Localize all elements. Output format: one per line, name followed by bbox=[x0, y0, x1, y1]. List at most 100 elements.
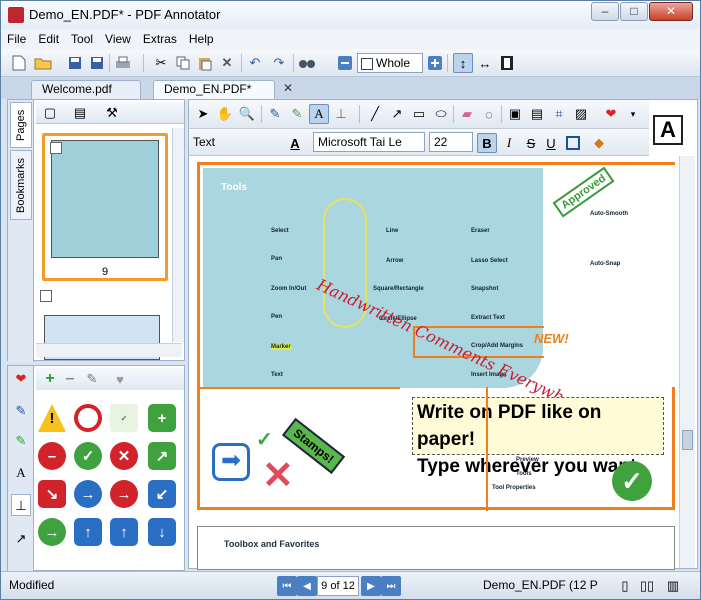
text-tool-icon[interactable]: A bbox=[11, 462, 31, 484]
marker-icon[interactable]: ✎ bbox=[11, 430, 31, 452]
rectangle-tool-icon[interactable]: ▭ bbox=[409, 104, 429, 124]
menu-view[interactable]: View bbox=[99, 29, 137, 46]
fit-width-icon[interactable]: ↔ bbox=[475, 53, 495, 73]
extract-text-icon[interactable]: ▤ bbox=[527, 104, 547, 124]
thumbnails-vertical-scrollbar[interactable] bbox=[172, 128, 184, 342]
select-arrow-icon[interactable]: ➤ bbox=[193, 104, 213, 124]
previous-page-icon[interactable]: ◀ bbox=[297, 576, 317, 596]
x-red-icon[interactable]: ✕ bbox=[110, 442, 138, 470]
two-page-view-icon[interactable]: ▯▯ bbox=[637, 576, 657, 596]
favorites-heart-icon[interactable]: ❤ bbox=[601, 104, 621, 124]
first-page-icon[interactable]: ⏮ bbox=[277, 576, 297, 596]
save-icon[interactable] bbox=[65, 53, 85, 73]
no-entry-icon[interactable] bbox=[74, 404, 102, 432]
pen-icon[interactable]: ✎ bbox=[11, 400, 31, 422]
add-icon[interactable]: + bbox=[40, 369, 60, 389]
paste-icon[interactable] bbox=[195, 53, 215, 73]
page-view-icon[interactable]: ▤ bbox=[70, 103, 90, 123]
arrow-right-green-icon[interactable]: → bbox=[38, 518, 66, 546]
menu-extras[interactable]: Extras bbox=[137, 29, 183, 46]
fit-height-icon[interactable]: ↕ bbox=[453, 53, 473, 73]
minimize-button[interactable]: – bbox=[591, 2, 619, 21]
last-page-icon[interactable]: ⏭ bbox=[381, 576, 401, 596]
lasso-icon[interactable]: ◌ bbox=[479, 104, 499, 124]
redo-icon[interactable]: ↷ bbox=[269, 53, 289, 73]
approved-stamp-icon[interactable]: ✓ bbox=[110, 404, 138, 432]
plus-green-icon[interactable]: + bbox=[148, 404, 176, 432]
arrow-down-blue-icon[interactable]: ↓ bbox=[148, 518, 176, 546]
font-color-icon[interactable]: A bbox=[285, 133, 305, 153]
tab-demo[interactable]: Demo_EN.PDF* bbox=[153, 80, 275, 99]
print-icon[interactable] bbox=[113, 53, 133, 73]
arrow-up-blue-icon[interactable]: ↑ bbox=[74, 518, 102, 546]
arrow-down-right-red-icon[interactable]: ↘ bbox=[38, 480, 66, 508]
italic-button[interactable]: I bbox=[499, 133, 519, 153]
font-size-select[interactable]: 22 bbox=[429, 132, 473, 152]
arrow-right-blue-icon[interactable]: → bbox=[74, 480, 102, 508]
menu-help[interactable]: Help bbox=[183, 29, 220, 46]
find-binoculars-icon[interactable] bbox=[297, 53, 317, 73]
text-tool-icon[interactable]: A bbox=[309, 104, 329, 124]
copy-icon[interactable] bbox=[173, 53, 193, 73]
warning-icon[interactable]: ! bbox=[38, 404, 66, 432]
maximize-button[interactable]: □ bbox=[620, 2, 648, 21]
underline-button[interactable]: U bbox=[541, 133, 561, 153]
menu-edit[interactable]: Edit bbox=[32, 29, 65, 46]
remove-icon[interactable]: – bbox=[60, 369, 80, 389]
page-number-field[interactable]: 9 of 12 bbox=[317, 576, 359, 596]
check-green-icon[interactable]: ✓ bbox=[74, 442, 102, 470]
text-annotation[interactable]: Write on PDF like on paper! Type wherever… bbox=[412, 397, 664, 477]
save-all-icon[interactable] bbox=[87, 53, 107, 73]
pen-tool-icon[interactable]: ✎ bbox=[265, 104, 285, 124]
bold-button[interactable]: B bbox=[477, 133, 497, 153]
document-vertical-scrollbar[interactable] bbox=[679, 156, 695, 568]
marker-tool-icon[interactable]: ✎ bbox=[287, 104, 307, 124]
close-tab-icon[interactable]: ✕ bbox=[283, 81, 293, 95]
heart-icon[interactable]: ❤ bbox=[11, 368, 31, 390]
eraser-icon[interactable]: ▰ bbox=[457, 104, 477, 124]
page-insert-icon[interactable]: ▢ bbox=[40, 103, 60, 123]
snapshot-icon[interactable]: ▣ bbox=[505, 104, 525, 124]
thumbnail-checkbox[interactable] bbox=[40, 290, 52, 302]
scrollbar-thumb[interactable] bbox=[682, 430, 693, 450]
crop-icon[interactable]: ⌗ bbox=[549, 104, 569, 124]
tab-pages[interactable]: Pages bbox=[10, 102, 32, 148]
heart-gray-icon[interactable]: ♥ bbox=[110, 369, 130, 389]
zoom-select[interactable]: Whole bbox=[357, 53, 423, 73]
arrow-tool-icon[interactable]: ↗ bbox=[11, 528, 31, 550]
arrow-up-blue-icon[interactable]: ↑ bbox=[110, 518, 138, 546]
open-folder-icon[interactable] bbox=[33, 53, 53, 73]
arrow-right-red-icon[interactable]: → bbox=[110, 480, 138, 508]
fill-color-icon[interactable]: ◆ bbox=[589, 133, 609, 153]
zoom-out-icon[interactable] bbox=[335, 53, 355, 73]
hand-pan-icon[interactable]: ✋ bbox=[215, 104, 235, 124]
thumbnails-horizontal-scrollbar[interactable] bbox=[36, 343, 182, 357]
menu-file[interactable]: File bbox=[1, 29, 32, 46]
page-thumbnail-selected[interactable]: 9 bbox=[42, 133, 168, 281]
chevron-down-icon[interactable]: ▾ bbox=[623, 104, 643, 124]
zoom-tool-icon[interactable]: 🔍 bbox=[237, 104, 257, 124]
thumbnail-checkbox[interactable] bbox=[50, 142, 62, 154]
arrow-tool-icon[interactable]: ↗ bbox=[387, 104, 407, 124]
stamp-tool-icon[interactable]: ⊥ bbox=[11, 494, 31, 516]
delete-icon[interactable]: ✕ bbox=[217, 53, 237, 73]
strikethrough-button[interactable]: S bbox=[521, 133, 541, 153]
new-document-icon[interactable] bbox=[9, 53, 29, 73]
minus-red-icon[interactable]: – bbox=[38, 442, 66, 470]
edit-icon[interactable]: ✎ bbox=[82, 369, 102, 389]
zoom-in-icon[interactable] bbox=[425, 53, 445, 73]
insert-image-icon[interactable]: ▨ bbox=[571, 104, 591, 124]
font-name-select[interactable]: Microsoft Tai Le bbox=[313, 132, 425, 152]
stamp-tool-icon[interactable]: ⊥ bbox=[331, 104, 351, 124]
close-button[interactable]: ✕ bbox=[649, 2, 693, 21]
continuous-view-icon[interactable]: ▥ bbox=[663, 576, 683, 596]
tab-welcome[interactable]: Welcome.pdf bbox=[31, 80, 141, 99]
ellipse-tool-icon[interactable]: ⬭ bbox=[431, 104, 451, 124]
border-icon[interactable] bbox=[563, 133, 583, 153]
menu-tool[interactable]: Tool bbox=[65, 29, 99, 46]
next-page-icon[interactable]: ▶ bbox=[361, 576, 381, 596]
cut-icon[interactable]: ✂ bbox=[151, 53, 171, 73]
undo-icon[interactable]: ↶ bbox=[245, 53, 265, 73]
page-tools-icon[interactable]: ⚒ bbox=[102, 103, 122, 123]
fullscreen-icon[interactable] bbox=[497, 53, 517, 73]
